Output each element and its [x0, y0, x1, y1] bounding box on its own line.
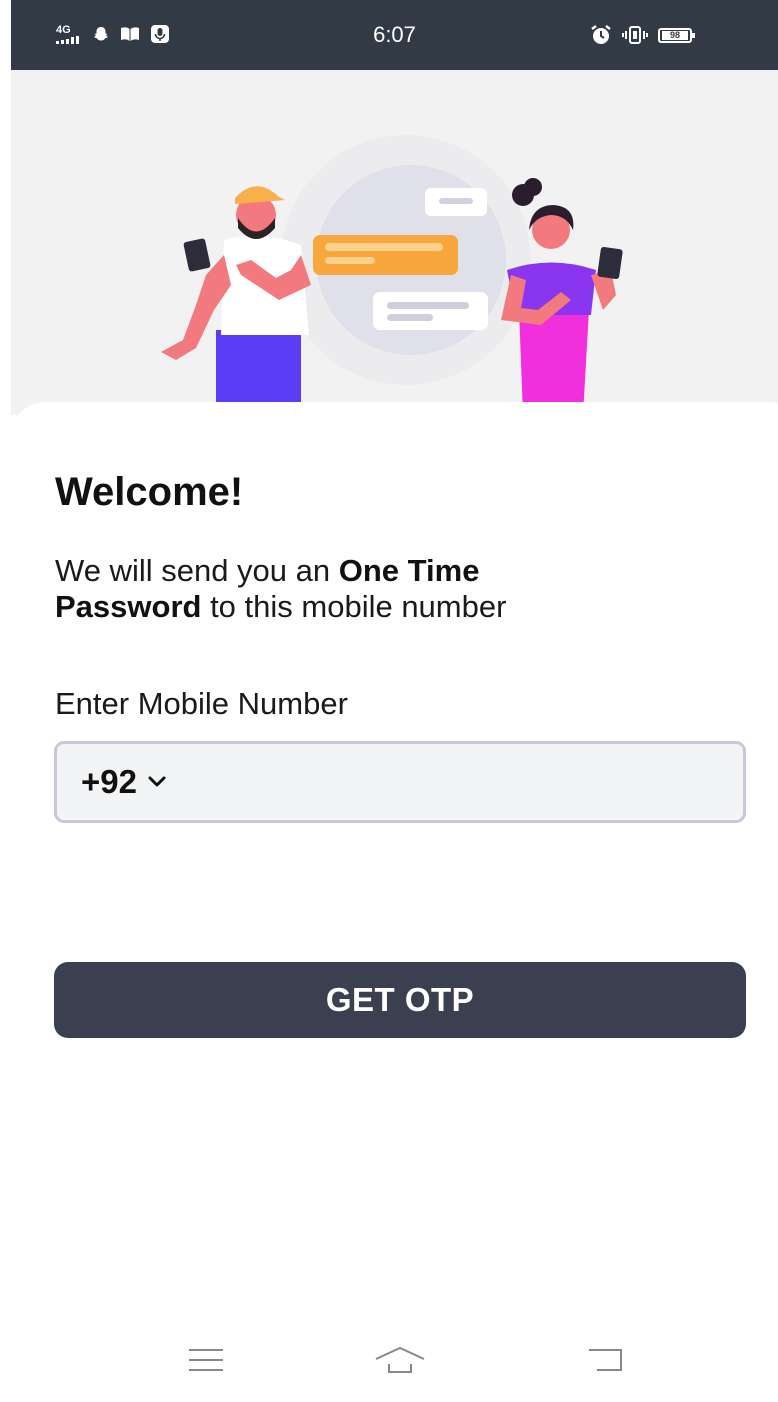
description-prefix: We will send you an — [55, 553, 339, 588]
menu-icon[interactable] — [176, 1340, 236, 1380]
get-otp-button[interactable]: GET OTP — [54, 962, 746, 1038]
status-right-icons: 98 — [590, 24, 695, 46]
home-icon[interactable] — [370, 1340, 430, 1380]
mobile-number-input[interactable]: +92 — [54, 741, 746, 823]
battery-level: 98 — [662, 30, 688, 40]
vibrate-icon — [622, 26, 648, 44]
description-suffix: to this mobile number — [201, 589, 507, 624]
country-code-selector[interactable]: +92 — [81, 763, 137, 801]
description-bold-password: Password — [55, 589, 202, 624]
chevron-down-icon[interactable] — [147, 775, 167, 789]
welcome-title: Welcome! — [55, 470, 244, 514]
two-people-chatting-illustration — [161, 135, 623, 415]
otp-description: We will send you an One Time Password to … — [55, 553, 695, 625]
login-card — [11, 402, 778, 1402]
hero-banner — [11, 70, 778, 415]
mobile-number-label: Enter Mobile Number — [55, 686, 348, 721]
battery-icon: 98 — [658, 27, 695, 43]
system-navigation-bar — [0, 1340, 778, 1382]
back-icon[interactable] — [575, 1340, 635, 1380]
status-bar: 4G 6:07 98 — [11, 0, 778, 70]
alarm-icon — [590, 24, 612, 46]
description-bold-one-time: One Time — [338, 553, 480, 588]
